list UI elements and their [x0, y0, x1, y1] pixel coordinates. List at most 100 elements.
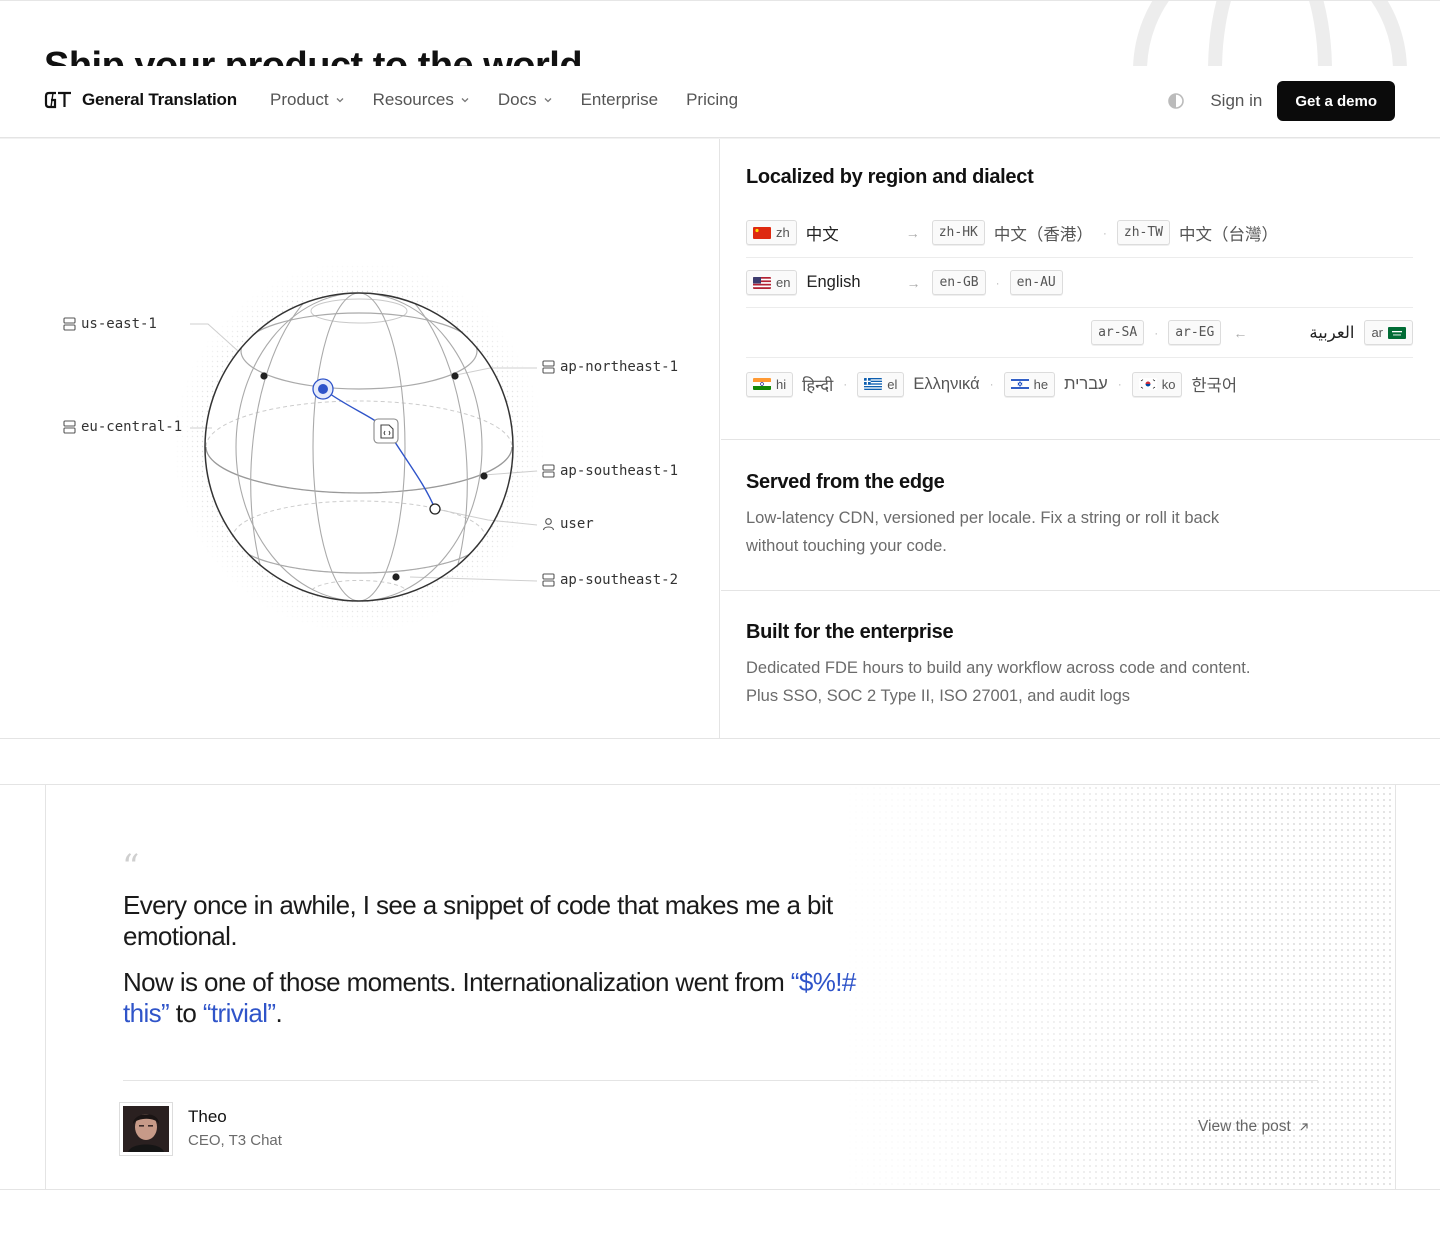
region-label-text: user: [560, 516, 594, 532]
quote-text: Now is one of those moments. Internation…: [123, 967, 791, 997]
locale-name: 中文（香港）: [993, 225, 1093, 244]
region-ap-southeast-1: ap-southeast-1: [542, 463, 678, 479]
flag-kr-icon: [1138, 378, 1157, 390]
enterprise-description-line: Plus SSO, SOC 2 Type II, ISO 27001, and …: [746, 687, 1130, 705]
user-node: [429, 503, 441, 515]
locale-row-others: hi हिन्दी · el Ελληνικά · he עברית · ko …: [746, 359, 1413, 409]
nav-enterprise[interactable]: Enterprise: [581, 90, 658, 110]
gt-logo-icon: [44, 91, 71, 109]
localization-card: Localized by region and dialect zh 中文 → …: [721, 139, 1440, 440]
locale-name: 中文: [805, 225, 839, 244]
locale-code: hi: [776, 376, 787, 392]
edge-description-line: without touching your code.: [746, 537, 947, 555]
locale-name: עברית: [1064, 374, 1108, 393]
locale-name: 한국어: [1191, 377, 1238, 395]
avatar: [119, 1102, 173, 1156]
chevron-down-icon: [544, 98, 552, 103]
region-eu-central-1: eu-central-1: [63, 419, 182, 435]
view-post-link[interactable]: View the post: [1198, 1118, 1309, 1136]
sign-in-link[interactable]: Sign in: [1210, 91, 1262, 111]
locale-name: العربية: [1309, 323, 1355, 342]
locale-chip-zh: zh: [746, 220, 797, 245]
nav-resources-label: Resources: [372, 90, 454, 109]
locale-chip-ar: ar: [1364, 320, 1413, 345]
nav-actions: Sign in Get a demo: [1166, 81, 1395, 121]
nav-product-label: Product: [270, 90, 329, 109]
locale-chip-en: en: [746, 270, 798, 295]
author-role: CEO, T3 Chat: [188, 1132, 282, 1149]
edge-description: Low-latency CDN, versioned per locale. F…: [746, 504, 1346, 560]
locale-code: he: [1033, 376, 1049, 392]
region-user: user: [542, 516, 594, 532]
quote-mark-icon: “: [122, 847, 140, 887]
hero-title: Ship your product to the world: [44, 45, 583, 66]
separator-dot: ·: [843, 377, 848, 391]
separator-dot: ·: [995, 275, 1000, 290]
locale-row-ar: ar-SA · ar-EG ← العربية ar: [746, 308, 1413, 358]
locale-row-zh: zh 中文 → zh-HK 中文（香港） · zh-TW 中文（台灣）: [746, 208, 1413, 258]
locale-code: ar: [1371, 325, 1383, 340]
region-ap-southeast-2: ap-southeast-2: [542, 572, 678, 588]
navbar: General Translation Product Resources Do…: [0, 66, 1440, 138]
nav-pricing[interactable]: Pricing: [686, 90, 738, 110]
locale-chip-he: he: [1003, 371, 1056, 397]
region-ap-northeast-1: ap-northeast-1: [542, 359, 678, 375]
region-us-east-1: us-east-1: [63, 316, 157, 332]
features-section: us-east-1 eu-central-1 ap-northeast-1 ap…: [0, 139, 1440, 739]
globe-panel: us-east-1 eu-central-1 ap-northeast-1 ap…: [0, 139, 720, 739]
locale-name: Ελληνικά: [913, 374, 980, 393]
arrow-right-icon: →: [906, 274, 921, 291]
locale-code: en: [776, 275, 791, 290]
nav-product[interactable]: Product: [270, 90, 345, 110]
locale-chip-zh-hk: zh-HK: [931, 220, 985, 245]
flag-us-icon: [753, 276, 771, 289]
locale-row-en: en English → en-GB · en-AU: [746, 258, 1413, 308]
hero-strip: Ship your product to the world: [0, 0, 1440, 66]
arrow-up-right-icon: [1300, 1123, 1308, 1131]
flag-il-icon: [1010, 378, 1029, 390]
edge-description-line: Low-latency CDN, versioned per locale. F…: [746, 509, 1220, 527]
quote-paragraph-2: Now is one of those moments. Internation…: [123, 967, 863, 1029]
nav-docs[interactable]: Docs: [498, 90, 553, 110]
dot-pattern: [835, 785, 1395, 1189]
region-label-text: ap-southeast-1: [560, 463, 679, 479]
edge-title: Served from the edge: [746, 471, 945, 493]
locale-chip-ko: ko: [1131, 371, 1183, 397]
testimonial-card: “ Every once in awhile, I see a snippet …: [45, 785, 1396, 1189]
view-post-label: View the post: [1198, 1118, 1291, 1135]
region-label-text: eu-central-1: [81, 419, 183, 435]
flag-in-icon: [753, 378, 771, 390]
nav-resources[interactable]: Resources: [373, 90, 470, 110]
enterprise-title: Built for the enterprise: [746, 621, 954, 643]
quote-paragraph-1: Every once in awhile, I see a snippet of…: [123, 890, 833, 951]
chevron-down-icon: [461, 98, 469, 103]
locale-chip-el: el: [857, 371, 905, 397]
locale-code: zh: [776, 225, 790, 240]
enterprise-card: Built for the enterprise Dedicated FDE h…: [721, 591, 1440, 739]
hero-arch-graphic: [1133, 1, 1407, 66]
user-icon: [542, 518, 555, 531]
localization-title: Localized by region and dialect: [746, 166, 1034, 188]
quote-text: .: [275, 998, 283, 1028]
nav-docs-label: Docs: [497, 90, 537, 109]
divider: [123, 1080, 1318, 1081]
region-label-text: ap-northeast-1: [560, 359, 679, 375]
theme-toggle-icon[interactable]: [1166, 91, 1186, 111]
chevron-down-icon: [336, 98, 344, 103]
separator-dot: ·: [989, 377, 994, 391]
separator-dot: ·: [1102, 225, 1107, 240]
separator-dot: ·: [1117, 377, 1122, 391]
locale-code: el: [887, 376, 898, 392]
quote-highlight: “trivial”: [202, 998, 276, 1028]
main-nav: Product Resources Docs Enterprise Pricin…: [270, 90, 738, 110]
locale-chip-en-au: en-AU: [1009, 270, 1063, 295]
brand-logo[interactable]: General Translation: [44, 90, 237, 110]
page-bottom-border: [0, 1189, 1440, 1190]
section-spacer: [0, 739, 1440, 785]
locale-name: हिन्दी: [802, 376, 834, 395]
globe-illustration: [173, 261, 545, 633]
nav-pricing-label: Pricing: [686, 90, 739, 109]
flag-cn-icon: [753, 226, 771, 239]
enterprise-description: Dedicated FDE hours to build any workflo…: [746, 654, 1346, 710]
get-demo-button[interactable]: Get a demo: [1277, 81, 1395, 121]
